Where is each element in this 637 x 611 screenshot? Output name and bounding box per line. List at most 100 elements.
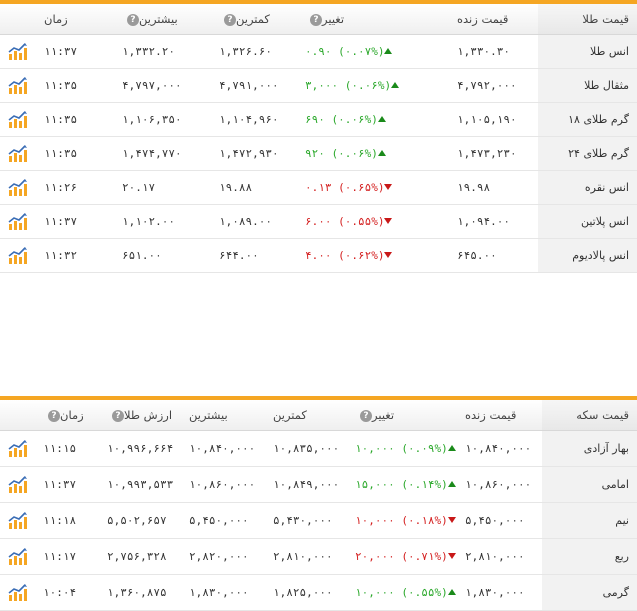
change-cell: ۱۰,۰۰۰ (۰.۰۹%) bbox=[347, 430, 457, 467]
table-row[interactable]: ربع ۲,۸۱۰,۰۰۰ ۲۰,۰۰۰ (۰.۷۱%) ۲,۸۱۰,۰۰۰ ۲,۸۲۰… bbox=[0, 538, 637, 575]
bar-chart-icon[interactable] bbox=[4, 246, 32, 265]
chart-cell[interactable] bbox=[0, 238, 36, 273]
update-time: ۱۰:۰۴ bbox=[35, 574, 99, 611]
table-row[interactable]: انس طلا ۱,۳۳۰.۳۰ ۰.۹۰ (۰.۰۷%) ۱,۳۲۶.۶۰ ۱,۳۳۲… bbox=[0, 34, 637, 69]
table-row[interactable]: نیم ۵,۴۵۰,۰۰۰ ۱۰,۰۰۰ (۰.۱۸%) ۵,۴۳۰,۰۰۰ ۵,۴۵۰… bbox=[0, 502, 637, 539]
high-price: ۱,۴۷۴,۷۷۰ bbox=[114, 136, 211, 171]
table-row[interactable]: گرم طلای ۱۸ ۱,۱۰۵,۱۹۰ ۶۹۰ (۰.۰۶%) ۱,۱۰۴,۹۶۰… bbox=[0, 102, 637, 137]
bar-chart-icon[interactable] bbox=[4, 439, 31, 458]
table-row[interactable]: گرم طلای ۲۴ ۱,۴۷۳,۲۳۰ ۹۲۰ (۰.۰۶%) ۱,۴۷۲,۹۳۰… bbox=[0, 136, 637, 171]
coin-header-high: بیشترین bbox=[181, 400, 265, 431]
update-time: ۱۱:۳۷ bbox=[35, 466, 99, 503]
bar-chart-icon[interactable] bbox=[4, 547, 31, 566]
change-cell: ۰.۱۳ (۰.۶۵%) bbox=[297, 170, 449, 205]
row-name[interactable]: انس طلا bbox=[538, 34, 637, 69]
change-cell: ۳,۰۰۰ (۰.۰۶%) bbox=[297, 68, 449, 103]
row-name[interactable]: امامی bbox=[542, 466, 637, 503]
live-price: ۱۰,۸۶۰,۰۰۰ bbox=[457, 466, 542, 503]
chart-cell[interactable] bbox=[0, 204, 36, 239]
chart-cell[interactable] bbox=[0, 170, 36, 205]
bar-chart-icon[interactable] bbox=[4, 511, 31, 530]
change-value: ۰.۱۳ (۰.۶۵%) bbox=[305, 181, 385, 194]
chart-cell[interactable] bbox=[0, 538, 35, 575]
bar-chart-icon[interactable] bbox=[4, 42, 32, 61]
change-value: ۹۲۰ (۰.۰۶%) bbox=[305, 147, 378, 160]
bar-chart-icon[interactable] bbox=[4, 212, 32, 231]
table-row[interactable]: انس پالادیوم ۶۴۵.۰۰ ۴.۰۰ (۰.۶۲%) ۶۴۴.۰۰ ۶۵۱.… bbox=[0, 238, 637, 273]
gold-value: ۱,۳۶۰,۸۷۵ bbox=[99, 574, 181, 611]
row-name[interactable]: نیم bbox=[542, 502, 637, 539]
change-value: ۶۹۰ (۰.۰۶%) bbox=[305, 113, 378, 126]
gold-header-live: قیمت زنده bbox=[449, 4, 538, 35]
coin-header-change[interactable]: تغییر? bbox=[347, 400, 457, 431]
live-price: ۱,۱۰۵,۱۹۰ bbox=[449, 102, 538, 137]
high-price: ۱,۳۳۲.۲۰ bbox=[114, 34, 211, 69]
question-circle-icon[interactable]: ? bbox=[127, 14, 139, 26]
change-value: ۱۰,۰۰۰ (۰.۰۹%) bbox=[355, 442, 448, 455]
coin-header-time[interactable]: زمان? bbox=[35, 400, 99, 431]
live-price: ۴,۷۹۲,۰۰۰ bbox=[449, 68, 538, 103]
gold-header-name: قیمت طلا bbox=[538, 4, 637, 35]
gold-header-change-label: تغییر bbox=[322, 12, 345, 26]
row-name[interactable]: گرم طلای ۱۸ bbox=[538, 102, 637, 137]
change-cell: ۰.۹۰ (۰.۰۷%) bbox=[297, 34, 449, 69]
table-row[interactable]: انس نقره ۱۹.۹۸ ۰.۱۳ (۰.۶۵%) ۱۹.۸۸ ۲۰.۱۷ ۱۱:۲۶ bbox=[0, 170, 637, 205]
bar-chart-icon[interactable] bbox=[4, 583, 31, 602]
question-circle-icon[interactable]: ? bbox=[48, 410, 60, 422]
change-value: ۰.۹۰ (۰.۰۷%) bbox=[305, 45, 385, 58]
chart-cell[interactable] bbox=[0, 430, 35, 467]
low-price: ۱,۳۲۶.۶۰ bbox=[211, 34, 297, 69]
question-circle-icon[interactable]: ? bbox=[310, 14, 322, 26]
question-circle-icon[interactable]: ? bbox=[112, 410, 124, 422]
bar-chart-icon[interactable] bbox=[4, 76, 32, 95]
gold-header-low[interactable]: کمترین? bbox=[211, 4, 297, 35]
table-row[interactable]: انس پلاتین ۱,۰۹۴.۰۰ ۶.۰۰ (۰.۵۵%) ۱,۰۸۹.۰۰ ۱,… bbox=[0, 204, 637, 239]
bar-chart-icon[interactable] bbox=[4, 178, 32, 197]
coin-price-panel: قیمت سکه قیمت زنده تغییر? کمترین بیشترین… bbox=[0, 396, 637, 611]
row-name[interactable]: انس پالادیوم bbox=[538, 238, 637, 273]
gold-header-high[interactable]: بیشترین? bbox=[114, 4, 211, 35]
question-circle-icon[interactable]: ? bbox=[224, 14, 236, 26]
change-cell: ۱۰,۰۰۰ (۰.۱۸%) bbox=[347, 502, 457, 539]
coin-header-live: قیمت زنده bbox=[457, 400, 542, 431]
row-name[interactable]: انس نقره bbox=[538, 170, 637, 205]
table-row[interactable]: امامی ۱۰,۸۶۰,۰۰۰ ۱۵,۰۰۰ (۰.۱۴%) ۱۰,۸۴۹,۰۰۰ ۱… bbox=[0, 466, 637, 503]
live-price: ۱۰,۸۴۰,۰۰۰ bbox=[457, 430, 542, 467]
table-row[interactable]: گرمی ۱,۸۳۰,۰۰۰ ۱۰,۰۰۰ (۰.۵۵%) ۱,۸۲۵,۰۰۰ ۱,۸۳… bbox=[0, 574, 637, 611]
table-row[interactable]: بهار آزادی ۱۰,۸۴۰,۰۰۰ ۱۰,۰۰۰ (۰.۰۹%) ۱۰,۸۳۵… bbox=[0, 430, 637, 467]
high-price: ۱,۱۰۲.۰۰ bbox=[114, 204, 211, 239]
row-name[interactable]: ربع bbox=[542, 538, 637, 575]
low-price: ۱,۱۰۴,۹۶۰ bbox=[211, 102, 297, 137]
question-circle-icon[interactable]: ? bbox=[360, 410, 372, 422]
row-name[interactable]: بهار آزادی bbox=[542, 430, 637, 467]
triangle-up-icon bbox=[447, 445, 456, 451]
bar-chart-icon[interactable] bbox=[4, 475, 31, 494]
chart-cell[interactable] bbox=[0, 574, 35, 611]
bar-chart-icon[interactable] bbox=[4, 144, 32, 163]
coin-header-value[interactable]: ارزش طلا? bbox=[99, 400, 181, 431]
chart-cell[interactable] bbox=[0, 68, 36, 103]
chart-cell[interactable] bbox=[0, 34, 36, 69]
triangle-up-icon bbox=[447, 589, 456, 595]
row-name[interactable]: انس پلاتین bbox=[538, 204, 637, 239]
row-name[interactable]: گرمی bbox=[542, 574, 637, 611]
change-value: ۲۰,۰۰۰ (۰.۷۱%) bbox=[355, 550, 448, 563]
chart-cell[interactable] bbox=[0, 136, 36, 171]
chart-cell[interactable] bbox=[0, 502, 35, 539]
bar-chart-icon[interactable] bbox=[4, 110, 32, 129]
high-price: ۴,۷۹۷,۰۰۰ bbox=[114, 68, 211, 103]
change-cell: ۴.۰۰ (۰.۶۲%) bbox=[297, 238, 449, 273]
table-row[interactable]: مثقال طلا ۴,۷۹۲,۰۰۰ ۳,۰۰۰ (۰.۰۶%) ۴,۷۹۱,۰۰۰… bbox=[0, 68, 637, 103]
change-value: ۶.۰۰ (۰.۵۵%) bbox=[305, 215, 385, 228]
chart-cell[interactable] bbox=[0, 466, 35, 503]
low-price: ۱۹.۸۸ bbox=[211, 170, 297, 205]
gold-header-row: قیمت طلا قیمت زنده تغییر? کمترین? بیشتری… bbox=[0, 4, 637, 35]
chart-cell[interactable] bbox=[0, 102, 36, 137]
gold-header-change[interactable]: تغییر? bbox=[297, 4, 449, 35]
row-name[interactable]: مثقال طلا bbox=[538, 68, 637, 103]
coin-price-table: قیمت سکه قیمت زنده تغییر? کمترین بیشترین… bbox=[0, 400, 637, 611]
row-name[interactable]: گرم طلای ۲۴ bbox=[538, 136, 637, 171]
change-value: ۱۰,۰۰۰ (۰.۵۵%) bbox=[355, 586, 448, 599]
low-price: ۴,۷۹۱,۰۰۰ bbox=[211, 68, 297, 103]
update-time: ۱۱:۳۲ bbox=[36, 238, 114, 273]
